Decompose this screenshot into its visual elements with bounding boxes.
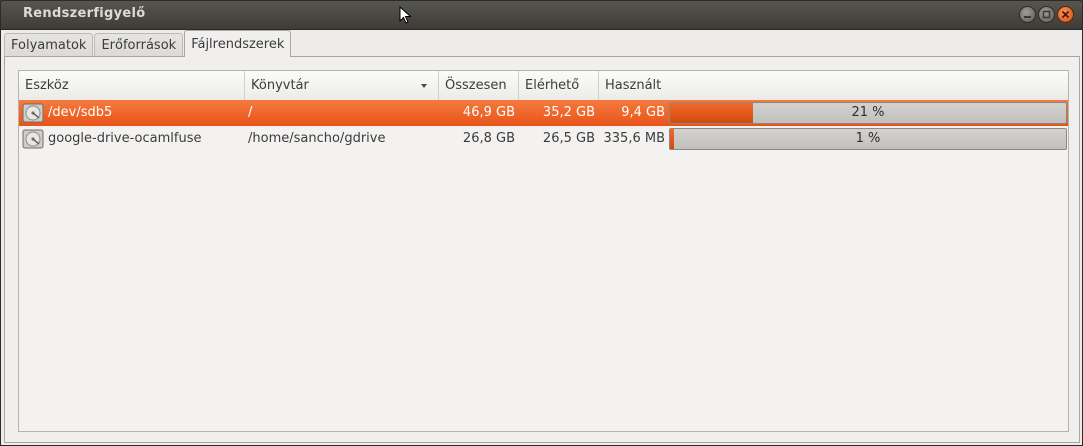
cell-directory: /home/sancho/gdrive [248,131,386,146]
cell-device: /dev/sdb5 [48,105,113,120]
hard-disk-icon [22,129,44,149]
usage-percent-label: 1 % [855,131,881,146]
title-bar[interactable]: Rendszerfigyelő [1,1,1082,30]
cell-directory: / [248,105,253,120]
file-systems-table: Eszköz Könyvtár Összesen Elérhető Haszná… [18,70,1069,432]
file-systems-panel: Eszköz Könyvtár Összesen Elérhető Haszná… [4,56,1080,443]
cell-total: 26,8 GB [462,131,515,146]
window-title: Rendszerfigyelő [23,6,146,21]
usage-progress-bar: 21 % [669,102,1067,124]
minimize-button[interactable] [1019,6,1036,23]
cell-available: 26,5 GB [542,131,595,146]
column-header-directory[interactable]: Könyvtár [245,71,439,100]
column-header-used[interactable]: Használt [599,71,1068,100]
close-icon [1061,10,1070,19]
cell-available: 35,2 GB [542,105,595,120]
maximize-button[interactable] [1038,6,1055,23]
column-header-available[interactable]: Elérhető [519,71,599,100]
hard-disk-icon [22,103,44,123]
column-header-directory-label: Könyvtár [251,78,309,93]
table-header: Eszköz Könyvtár Összesen Elérhető Haszná… [19,71,1068,101]
table-row[interactable]: /dev/sdb5 / 46,9 GB 35,2 GB 9,4 GB 21 % [19,100,1068,126]
usage-percent-label: 21 % [851,105,885,120]
tab-processes[interactable]: Folyamatok [4,33,94,57]
window-controls [1019,6,1074,23]
column-header-total[interactable]: Összesen [439,71,519,100]
column-header-device[interactable]: Eszköz [19,71,245,100]
tab-resources[interactable]: Erőforrások [94,33,184,57]
cell-total: 46,9 GB [462,105,515,120]
close-button[interactable] [1057,6,1074,23]
table-row[interactable]: google-drive-ocamlfuse /home/sancho/gdri… [19,126,1068,152]
cell-used: 335,6 MB [603,131,665,146]
sort-descending-icon [421,84,427,88]
tab-bar: Folyamatok Erőforrások Fájlrendszerek [4,30,292,57]
maximize-icon [1042,10,1051,19]
usage-progress-bar: 1 % [669,128,1067,150]
cell-device: google-drive-ocamlfuse [48,131,202,146]
system-monitor-window: Rendszerfigyelő Folyamatok Erőforrások F… [0,0,1083,446]
tab-file-systems[interactable]: Fájlrendszerek [184,30,292,57]
minimize-icon [1024,16,1031,18]
mouse-pointer-icon [399,6,412,24]
cell-used: 9,4 GB [621,105,665,120]
